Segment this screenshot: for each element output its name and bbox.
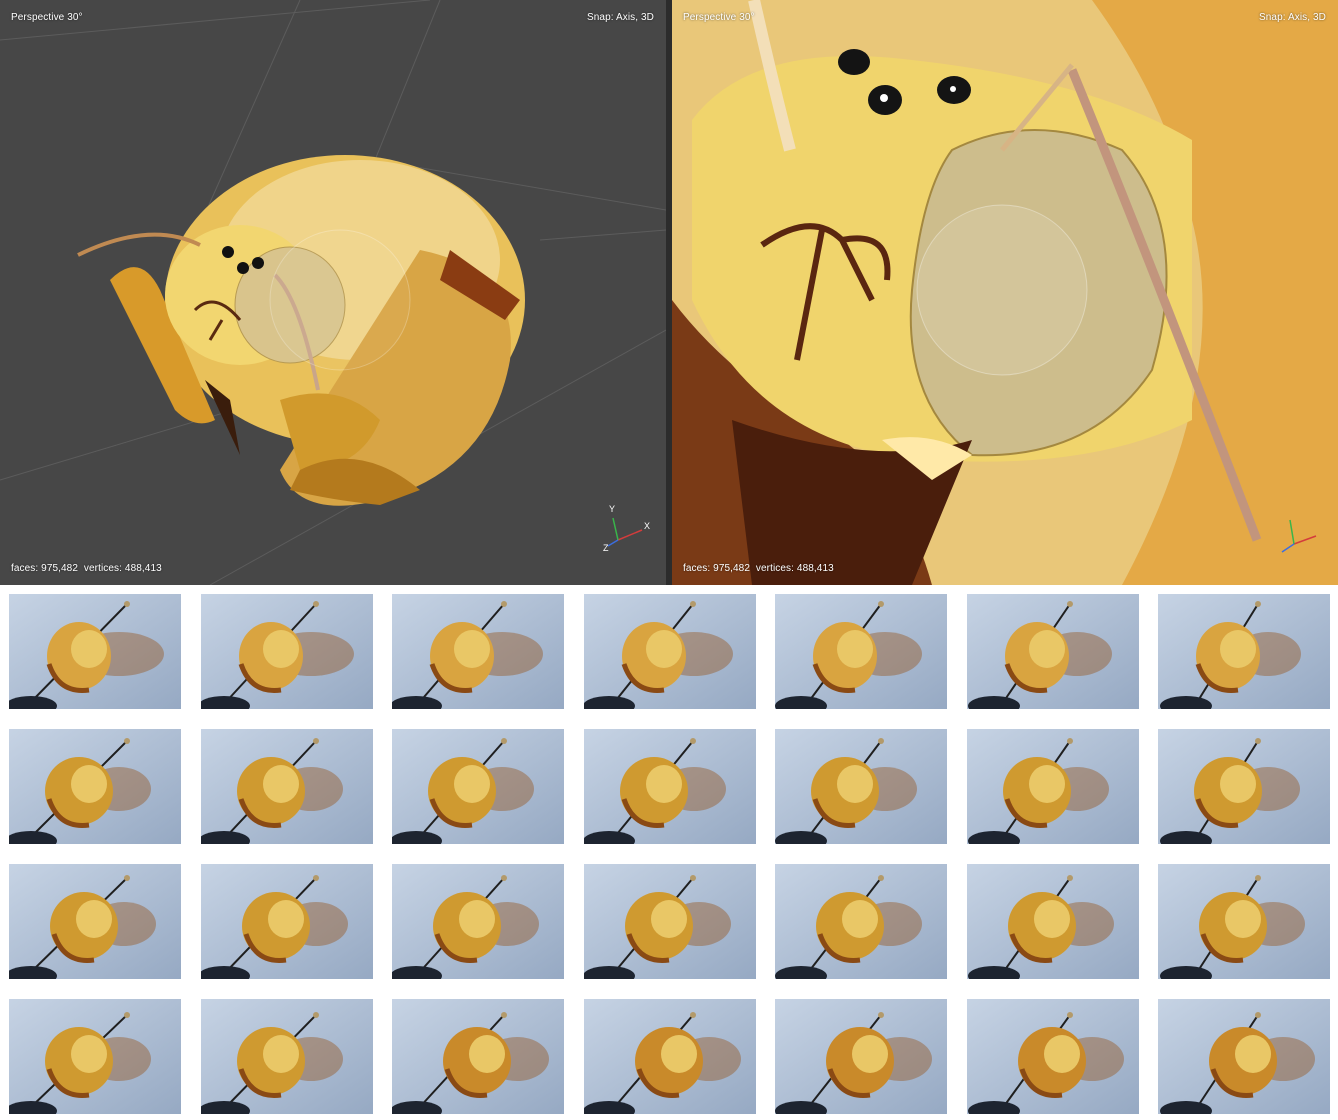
bee-specimen-photo-icon [775, 864, 947, 979]
specimen-photo-thumbnail[interactable] [9, 594, 181, 709]
camera-label[interactable]: Perspective 30° [11, 12, 83, 23]
bee-specimen-photo-icon [392, 999, 564, 1114]
vertices-count: vertices: 488,413 [755, 563, 834, 574]
specimen-photo-thumbnail[interactable] [966, 864, 1139, 979]
bee-specimen-photo-icon [775, 729, 947, 844]
specimen-photo-thumbnail[interactable] [966, 999, 1139, 1114]
bee-specimen-photo-icon [9, 729, 181, 844]
axis-y-label: Y [609, 504, 616, 514]
bee-specimen-photo-icon [966, 594, 1139, 709]
bee-specimen-photo-icon [9, 594, 181, 709]
specimen-photo-thumbnail[interactable] [966, 594, 1139, 709]
specimen-photo-thumbnail[interactable] [583, 729, 756, 844]
bee-specimen-photo-icon [583, 594, 756, 709]
axis-z-label: Z [603, 543, 609, 553]
specimen-photo-thumbnail[interactable] [1158, 594, 1330, 709]
bee-specimen-photo-icon [1158, 594, 1330, 709]
specimen-photo-thumbnail[interactable] [200, 999, 373, 1114]
specimen-photo-thumbnail[interactable] [392, 864, 564, 979]
specimen-photo-thumbnail[interactable] [200, 729, 373, 844]
bee-specimen-photo-icon [392, 729, 564, 844]
specimen-photo-thumbnail[interactable] [583, 999, 756, 1114]
bee-specimen-photo-icon [583, 729, 756, 844]
bee-specimen-photo-icon [966, 864, 1139, 979]
snap-label[interactable]: Snap: Axis, 3D [587, 12, 654, 23]
faces-count: faces: 975,482 [11, 563, 79, 574]
photo-strip [9, 594, 1330, 1114]
bee-3d-model-wide[interactable] [0, 0, 666, 585]
axis-gizmo[interactable] [1276, 514, 1322, 560]
viewport-right[interactable]: Perspective 30° Snap: Axis, 3D faces: 97… [672, 0, 1338, 585]
bee-specimen-photo-icon [1158, 999, 1330, 1114]
specimen-photo-thumbnail[interactable] [583, 864, 756, 979]
bee-specimen-photo-icon [775, 594, 947, 709]
viewport-left[interactable]: Perspective 30° Snap: Axis, 3D faces: 97… [0, 0, 666, 585]
bee-specimen-photo-icon [775, 999, 947, 1114]
faces-count: faces: 975,482 [683, 563, 751, 574]
specimen-photo-thumbnail[interactable] [392, 594, 564, 709]
specimen-photo-thumbnail[interactable] [9, 729, 181, 844]
specimen-photo-thumbnail[interactable] [392, 729, 564, 844]
specimen-photo-thumbnail[interactable] [775, 999, 947, 1114]
specimen-photo-thumbnail[interactable] [200, 594, 373, 709]
specimen-photo-thumbnail[interactable] [9, 999, 181, 1114]
specimen-photo-thumbnail[interactable] [1158, 864, 1330, 979]
specimen-photo-thumbnail[interactable] [1158, 999, 1330, 1114]
vertices-count: vertices: 488,413 [83, 563, 162, 574]
bee-specimen-photo-icon [9, 999, 181, 1114]
bee-specimen-photo-icon [392, 594, 564, 709]
specimen-photo-thumbnail[interactable] [775, 729, 947, 844]
specimen-photo-thumbnail[interactable] [200, 864, 373, 979]
specimen-photo-thumbnail[interactable] [392, 999, 564, 1114]
specimen-photo-thumbnail[interactable] [1158, 729, 1330, 844]
axis-x-label: X [644, 521, 651, 531]
specimen-photo-thumbnail[interactable] [775, 864, 947, 979]
bee-specimen-photo-icon [1158, 864, 1330, 979]
camera-label[interactable]: Perspective 30° [683, 12, 755, 23]
mesh-stats: faces: 975,482 vertices: 488,413 [683, 563, 837, 574]
bee-specimen-photo-icon [200, 594, 373, 709]
bee-specimen-photo-icon [583, 864, 756, 979]
bee-specimen-photo-icon [200, 999, 373, 1114]
mesh-stats: faces: 975,482 vertices: 488,413 [11, 563, 165, 574]
bee-specimen-photo-icon [9, 864, 181, 979]
axis-gizmo[interactable]: Y X Z [600, 504, 650, 553]
specimen-photo-thumbnail[interactable] [9, 864, 181, 979]
bee-specimen-photo-icon [392, 864, 564, 979]
bee-specimen-photo-icon [200, 729, 373, 844]
snap-label[interactable]: Snap: Axis, 3D [1259, 12, 1326, 23]
bee-specimen-photo-icon [583, 999, 756, 1114]
specimen-photo-thumbnail[interactable] [775, 594, 947, 709]
specimen-photo-thumbnail[interactable] [583, 594, 756, 709]
bee-specimen-photo-icon [966, 999, 1139, 1114]
bee-specimen-photo-icon [1158, 729, 1330, 844]
bee-specimen-photo-icon [966, 729, 1139, 844]
specimen-photo-thumbnail[interactable] [966, 729, 1139, 844]
axis-gizmo-icon [1281, 519, 1317, 553]
bee-3d-model-closeup[interactable] [672, 0, 1338, 585]
bee-specimen-photo-icon [200, 864, 373, 979]
